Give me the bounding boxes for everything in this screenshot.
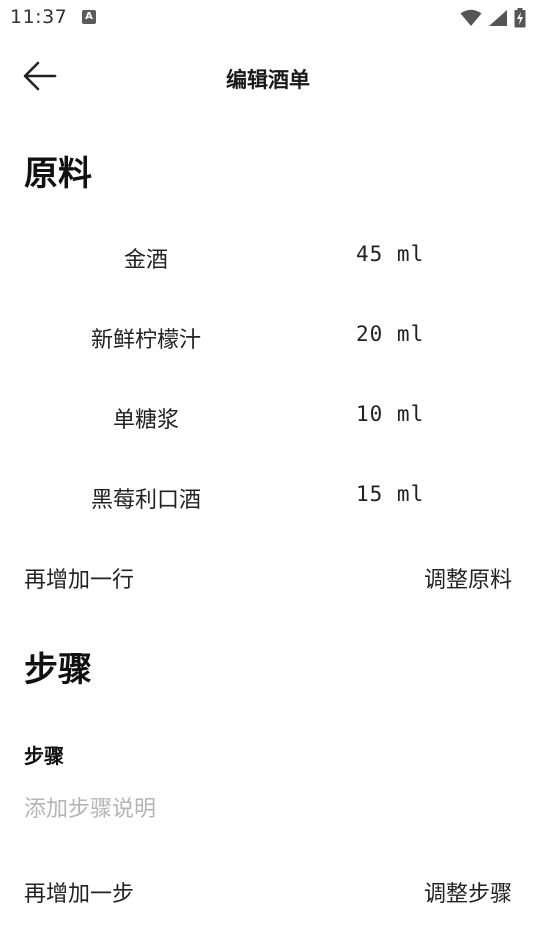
battery-charging-icon [514,8,526,32]
ingredient-amount: 15 ml [356,482,425,506]
ingredient-name: 单糖浆 [112,408,179,433]
top-app-bar: 编辑酒单 [0,44,536,114]
cell-signal-icon [488,9,508,31]
notification-icon: A [82,10,96,24]
ingredient-row[interactable]: 黑莓利口酒 15 ml [0,466,536,526]
ingredient-name: 黑莓利口酒 [90,488,201,513]
step-label: 步骤 [24,744,64,768]
steps-section-title: 步骤 [24,650,92,690]
adjust-ingredients-button[interactable]: 调整原料 [424,562,512,594]
ingredient-row[interactable]: 单糖浆 10 ml [0,386,536,446]
status-time: 11:37 [10,6,68,28]
add-ingredient-row-button[interactable]: 再增加一行 [24,562,134,594]
ingredient-amount: 20 ml [356,322,425,346]
ingredients-section-title: 原料 [24,154,92,194]
ingredient-name: 金酒 [123,248,168,273]
page-title: 编辑酒单 [226,68,310,92]
step-description-input[interactable] [24,792,504,826]
add-step-button[interactable]: 再增加一步 [24,876,134,908]
ingredient-row[interactable]: 新鲜柠檬汁 20 ml [0,306,536,366]
status-icons [460,8,526,32]
adjust-steps-button[interactable]: 调整步骤 [424,876,512,908]
ingredient-row[interactable]: 金酒 45 ml [0,226,536,286]
ingredient-amount: 10 ml [356,402,425,426]
ingredient-name: 新鲜柠檬汁 [90,328,201,353]
ingredient-amount: 45 ml [356,242,425,266]
wifi-icon [460,9,482,31]
status-bar: 11:37 A [0,0,536,36]
